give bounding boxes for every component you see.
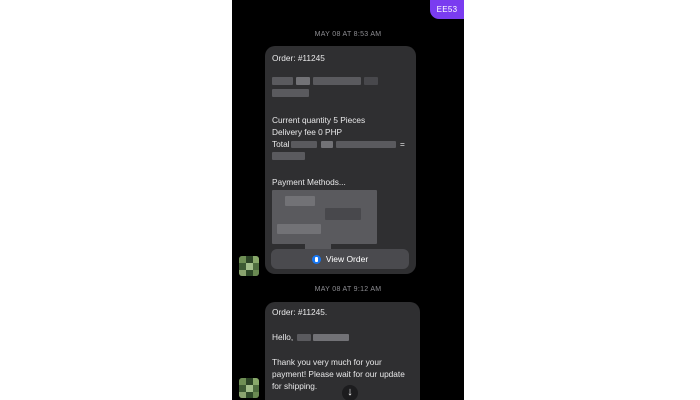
redacted-text [277, 224, 321, 234]
message-line: Thank you very much for your [272, 357, 382, 367]
view-order-button[interactable]: View Order [271, 249, 409, 269]
message-line: for shipping. [272, 381, 318, 391]
message-line: payment! Please wait for our update [272, 369, 405, 379]
order-number: Order: #11245. [272, 307, 328, 317]
redacted-text [313, 77, 361, 85]
total-label: Total [272, 139, 290, 149]
redacted-text [336, 141, 396, 148]
redacted-text [272, 152, 305, 160]
greeting: Hello, [272, 332, 294, 342]
redacted-text [285, 196, 315, 206]
payment-confirmation-bubble: Order: #11245. Hello, Thank you very muc… [265, 302, 420, 400]
redacted-text [313, 334, 349, 341]
user-badge[interactable]: EE53 [430, 0, 464, 19]
message-timestamp: MAY 08 AT 9:12 AM [314, 286, 382, 293]
redacted-text [321, 141, 333, 148]
sender-avatar[interactable] [239, 256, 259, 276]
arrow-down-icon: ↓ [347, 386, 353, 398]
payment-methods-label: Payment Methods... [272, 177, 346, 187]
order-number: Order: #11245 [272, 53, 325, 63]
messenger-icon [311, 254, 321, 264]
total-equals: = [400, 139, 405, 149]
redacted-text [272, 89, 309, 97]
chat-screen: EE53 MAY 08 AT 8:53 AM Order: #11245 Cur… [232, 0, 464, 400]
message-timestamp: MAY 08 AT 8:53 AM [314, 31, 382, 38]
current-quantity: Current quantity 5 Pieces [272, 115, 366, 125]
redacted-text [297, 334, 311, 341]
sender-avatar[interactable] [239, 378, 259, 398]
redacted-text [272, 77, 293, 85]
redacted-text [291, 141, 317, 148]
redacted-text [296, 77, 310, 85]
order-summary-bubble: Order: #11245 Current quantity 5 Pieces … [265, 46, 416, 274]
redacted-text [325, 208, 361, 220]
delivery-fee: Delivery fee 0 PHP [272, 127, 343, 137]
redacted-text [364, 77, 378, 85]
scroll-to-bottom-button[interactable]: ↓ [342, 385, 358, 400]
view-order-label: View Order [325, 253, 369, 264]
